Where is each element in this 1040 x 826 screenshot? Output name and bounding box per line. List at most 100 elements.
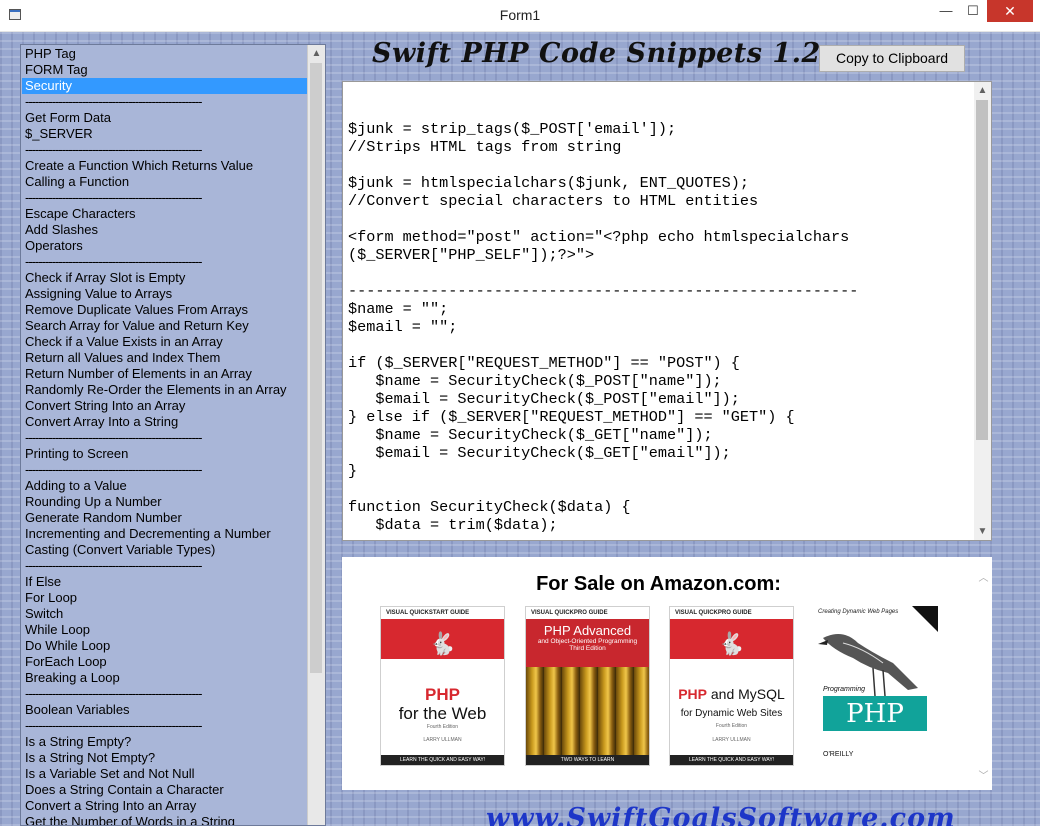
book-cover-php-advanced[interactable]: VISUAL QUICKPRO GUIDE PHP Advanced and O… [525,606,650,766]
list-separator[interactable]: ----------------------------------------… [22,686,310,702]
book-title-main: PHP Advanced [543,623,632,638]
close-button[interactable]: ✕ [987,0,1033,22]
list-item[interactable]: If Else [22,574,310,590]
scroll-up-arrow-icon[interactable]: ▲ [974,82,991,99]
list-item[interactable]: Get Form Data [22,110,310,126]
list-item[interactable]: $_SERVER [22,126,310,142]
amazon-ad-panel: For Sale on Amazon.com: VISUAL QUICKSTAR… [342,557,992,790]
list-item[interactable]: Assigning Value to Arrays [22,286,310,302]
ad-heading: For Sale on Amazon.com: [536,573,781,595]
list-item[interactable]: FORM Tag [22,62,310,78]
snippet-list-scrollbar[interactable]: ▲ [307,45,325,825]
ad-scrollbar[interactable]: ︿ ﹀ [975,557,992,790]
list-item[interactable]: Switch [22,606,310,622]
book-subtitle: for Dynamic Web Sites [680,708,783,719]
rabbit-logo-icon: 🐇 [717,631,746,656]
list-separator[interactable]: ----------------------------------------… [22,254,310,270]
list-item[interactable]: Escape Characters [22,206,310,222]
book-series-label: VISUAL QUICKPRO GUIDE [675,610,752,616]
publisher-logo: O'REILLY [823,751,854,758]
code-scrollbar[interactable]: ▲ ▼ [974,82,991,540]
book-title-prefix: Programming [823,686,866,693]
scrollbar-thumb[interactable] [310,63,322,673]
list-item[interactable]: Check if Array Slot is Empty [22,270,310,286]
list-item[interactable]: Return Number of Elements in an Array [22,366,310,382]
list-item[interactable]: Printing to Screen [22,446,310,462]
list-item[interactable]: Remove Duplicate Values From Arrays [22,302,310,318]
list-item[interactable]: Breaking a Loop [22,670,310,686]
list-item[interactable]: Adding to a Value [22,478,310,494]
list-separator[interactable]: ----------------------------------------… [22,190,310,206]
list-item[interactable]: Do While Loop [22,638,310,654]
scroll-up-arrow-icon[interactable]: ▲ [308,45,325,62]
list-item[interactable]: Search Array for Value and Return Key [22,318,310,334]
list-item[interactable]: Generate Random Number [22,510,310,526]
list-separator[interactable]: ----------------------------------------… [22,142,310,158]
snippet-list[interactable]: PHP Tag FORM Tag Security -----------------… [20,44,326,826]
list-item[interactable]: Calling a Function [22,174,310,190]
maximize-button[interactable]: ☐ [960,0,986,22]
minimize-button[interactable]: — [933,0,959,22]
book-cover-php-and-mysql[interactable]: VISUAL QUICKPRO GUIDE 🐇 PHP and MySQL fo… [669,606,794,766]
snippet-list-items: PHP Tag FORM Tag Security -----------------… [22,46,310,825]
list-item[interactable]: Is a String Empty? [22,734,310,750]
book-footer-band: LEARN THE QUICK AND EASY WAY! [670,755,793,765]
rabbit-logo-icon: 🐇 [428,631,457,656]
list-item[interactable]: Convert a String Into an Array [22,798,310,814]
list-item[interactable]: Does a String Contain a Character [22,782,310,798]
list-item[interactable]: Return all Values and Index Them [22,350,310,366]
list-item[interactable]: Operators [22,238,310,254]
book-author: LARRY ULLMAN [423,737,462,743]
book-title-main: PHP [678,686,707,702]
window-title: Form1 [499,7,541,23]
list-item[interactable]: Security [22,78,310,94]
book-series-label: VISUAL QUICKPRO GUIDE [526,607,649,619]
book-edition: Fourth Edition [715,723,748,729]
scrollbar-thumb[interactable] [976,100,988,440]
scroll-down-arrow-icon[interactable]: ▼ [974,523,991,540]
app-title: Swift PHP Code Snippets 1.2 [372,38,821,69]
list-item[interactable]: For Loop [22,590,310,606]
book-footer-band: TWO WAYS TO LEARN [526,755,649,765]
code-snippet-text[interactable]: $junk = strip_tags($_POST['email']); //S… [348,120,858,534]
list-item[interactable]: Check if a Value Exists in an Array [22,334,310,350]
code-snippet-textbox[interactable]: $junk = strip_tags($_POST['email']); //S… [342,81,992,541]
list-separator[interactable]: ----------------------------------------… [22,558,310,574]
list-separator[interactable]: ----------------------------------------… [22,462,310,478]
list-separator[interactable]: ----------------------------------------… [22,430,310,446]
book-title: PHP for the Web [381,685,504,723]
list-item[interactable]: Get the Number of Words in a String [22,814,310,825]
copy-to-clipboard-button[interactable]: Copy to Clipboard [819,45,965,72]
list-item[interactable]: Incrementing and Decrementing a Number [22,526,310,542]
list-item[interactable]: Convert String Into an Array [22,398,310,414]
chevron-down-icon[interactable]: ﹀ [975,767,992,782]
list-separator[interactable]: ----------------------------------------… [22,718,310,734]
book-title-band: PHP Advanced and Object-Oriented Program… [526,619,649,667]
chevron-up-icon[interactable]: ︿ [975,569,992,584]
list-item[interactable]: While Loop [22,622,310,638]
book-footer-band: LEARN THE QUICK AND EASY WAY! [381,755,504,765]
website-link[interactable]: www.SwiftGoalsSoftware.com [486,803,956,826]
list-item[interactable]: Is a String Not Empty? [22,750,310,766]
book-series-label: VISUAL QUICKSTART GUIDE [386,610,470,616]
list-item[interactable]: Convert Array Into a String [22,414,310,430]
list-item[interactable]: Rounding Up a Number [22,494,310,510]
book-subtitle: and Object-Oriented Programming [537,638,638,645]
list-item[interactable]: ForEach Loop [22,654,310,670]
list-item[interactable]: Casting (Convert Variable Types) [22,542,310,558]
list-item[interactable]: Boolean Variables [22,702,310,718]
book-title-main: PHP [425,685,460,704]
list-item[interactable]: Create a Function Which Returns Value [22,158,310,174]
list-item[interactable]: Add Slashes [22,222,310,238]
list-separator[interactable]: ----------------------------------------… [22,94,310,110]
list-item[interactable]: Randomly Re-Order the Elements in an Arr… [22,382,310,398]
book-title-rest: and MySQL [710,686,785,702]
book-edition: Fourth Edition [426,724,459,730]
form-client-area: PHP Tag FORM Tag Security -----------------… [0,32,1040,826]
list-item[interactable]: PHP Tag [22,46,310,62]
book-author: LARRY ULLMAN [712,737,751,743]
list-item[interactable]: Is a Variable Set and Not Null [22,766,310,782]
book-cover-programming-php[interactable]: Creating Dynamic Web Pages Programming P… [813,606,938,766]
book-cover-php-for-the-web[interactable]: VISUAL QUICKSTART GUIDE 🐇 PHP for the We… [380,606,505,766]
cover-artwork [526,667,649,765]
